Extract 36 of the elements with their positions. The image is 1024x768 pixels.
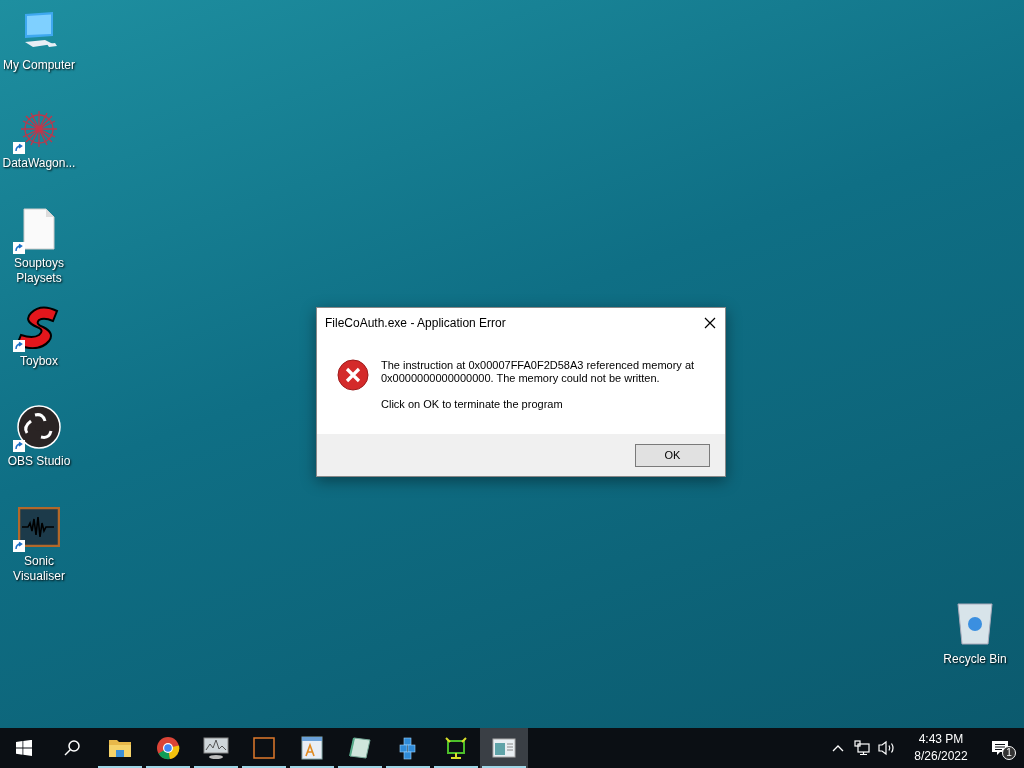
window-title: FileCoAuth.exe - Application Error [325,315,507,332]
waveform-icon [18,507,60,547]
desktop-icon-label[interactable]: DataWagon... [0,156,78,171]
clock-date[interactable]: 8/26/2022 [914,748,968,765]
frame-icon [444,736,468,760]
file-icon [23,208,55,250]
square-icon [253,737,275,759]
recycle-bin-icon [956,602,994,646]
browser-icon [156,736,180,760]
error-message: The instruction at 0x00007FFA0F2D58A3 referenced memory at 0x0000000000000000. The memory could not be written. [381,359,696,385]
notepad-icon [348,736,372,760]
monitor-icon [203,737,229,759]
speaker-icon[interactable] [878,740,896,756]
document-icon [301,736,323,760]
windows-logo-icon [16,740,32,756]
desktop-icon-label[interactable]: Toybox [0,354,78,369]
search-icon [63,739,81,757]
desktop-icon-label[interactable]: Recycle Bin [943,652,1007,667]
ok-button[interactable]: OK [635,443,710,467]
error-prompt: Click on OK to terminate the program [381,398,564,411]
obs-icon [17,405,61,449]
notification-badge: 1 [1002,746,1016,760]
desktop-icon-label[interactable]: Sonic Visualiser [0,554,78,584]
clock-time[interactable]: 4:43 PM [918,731,964,748]
window-icon [492,738,516,758]
desktop-icon-label[interactable]: OBS Studio [0,454,78,469]
folder-icon [108,738,132,758]
desktop-icon-label[interactable]: My Computer [0,58,78,73]
s-logo-icon [17,305,61,349]
taskbar-app-button[interactable] [480,728,528,768]
error-icon [337,359,369,391]
desktop-icon-label[interactable]: Souptoys Playsets [0,256,78,286]
network-icon[interactable] [854,740,870,756]
chevron-up-icon[interactable] [832,744,844,752]
starburst-icon [19,109,59,149]
close-icon [704,317,716,329]
